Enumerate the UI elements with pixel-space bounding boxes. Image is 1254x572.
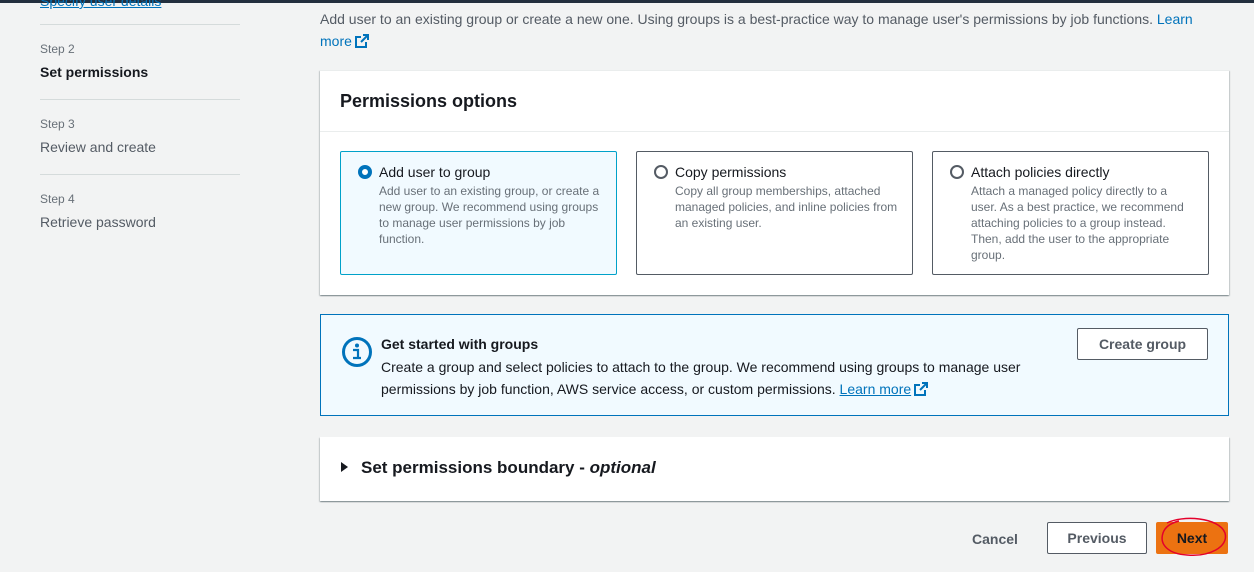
- option-title: Copy permissions: [675, 164, 787, 180]
- divider: [40, 99, 240, 100]
- panel-title: Permissions options: [320, 71, 1229, 132]
- top-border: [0, 0, 1254, 3]
- previous-button[interactable]: Previous: [1047, 522, 1147, 554]
- radio-button[interactable]: [654, 165, 668, 179]
- caret-right-icon[interactable]: [341, 462, 348, 472]
- option-description: Copy all group memberships, attached man…: [675, 184, 898, 230]
- divider: [40, 174, 240, 175]
- sidebar-step-1-link[interactable]: Specify user details: [40, 0, 161, 9]
- info-alert: Get started with groups Create a group a…: [320, 314, 1229, 416]
- create-group-button[interactable]: Create group: [1077, 328, 1208, 360]
- intro-description: Add user to an existing group or create …: [320, 11, 1153, 27]
- step-4-title: Retrieve password: [40, 214, 156, 230]
- option-add-user-to-group[interactable]: Add user to group Add user to an existin…: [340, 151, 617, 275]
- option-description: Attach a managed policy directly to a us…: [971, 184, 1184, 262]
- radio-button-selected[interactable]: [358, 165, 372, 179]
- info-title: Get started with groups: [381, 336, 539, 352]
- permissions-boundary-section[interactable]: Set permissions boundary - optional: [320, 437, 1229, 501]
- step-3-title: Review and create: [40, 139, 156, 155]
- optional-label: optional: [589, 458, 656, 477]
- next-button[interactable]: Next: [1156, 522, 1228, 554]
- radio-button[interactable]: [950, 165, 964, 179]
- step-2-title[interactable]: Set permissions: [40, 64, 148, 80]
- permissions-options-panel: Permissions options Add user to group Ad…: [320, 70, 1229, 295]
- external-link-icon: [354, 34, 369, 48]
- boundary-title[interactable]: Set permissions boundary - optional: [361, 458, 656, 478]
- divider: [40, 24, 240, 25]
- intro-text: Add user to an existing group or create …: [320, 8, 1220, 52]
- option-attach-policies[interactable]: Attach policies directly Attach a manage…: [932, 151, 1209, 275]
- info-icon: [342, 337, 372, 367]
- option-title: Add user to group: [379, 164, 491, 180]
- option-copy-permissions[interactable]: Copy permissions Copy all group membersh…: [636, 151, 913, 275]
- step-3-label: Step 3: [40, 117, 75, 131]
- option-description: Add user to an existing group, or create…: [379, 184, 600, 246]
- info-text: Create a group and select policies to at…: [381, 356, 1061, 400]
- external-link-icon: [914, 382, 929, 396]
- learn-more-link[interactable]: Learn more: [840, 381, 929, 397]
- step-4-label: Step 4: [40, 192, 75, 206]
- step-2-label: Step 2: [40, 42, 75, 56]
- cancel-button[interactable]: Cancel: [960, 524, 1030, 554]
- option-title: Attach policies directly: [971, 164, 1110, 180]
